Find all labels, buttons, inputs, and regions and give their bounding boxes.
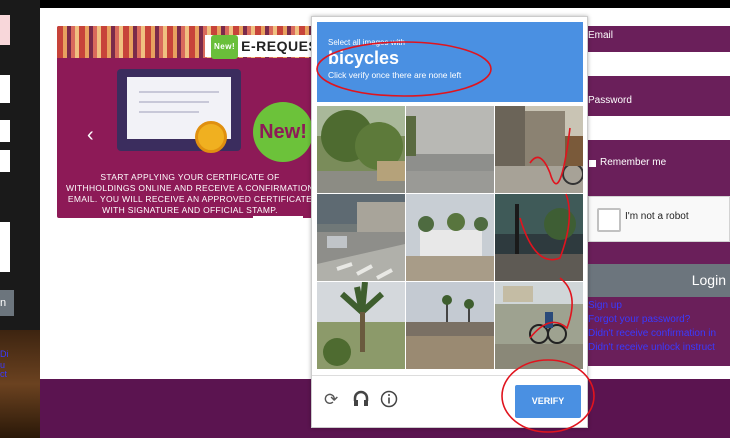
- password-field[interactable]: [588, 116, 730, 140]
- refresh-icon[interactable]: ⟳: [324, 390, 338, 410]
- captcha-challenge: Select all images with bicycles Click ve…: [311, 16, 588, 428]
- login-button[interactable]: Login: [588, 264, 730, 297]
- captcha-tile[interactable]: [317, 106, 405, 193]
- input-field[interactable]: [0, 120, 10, 142]
- background-photo: [0, 330, 40, 438]
- email-label: Email: [588, 30, 614, 41]
- certificate-line: [139, 111, 199, 113]
- captcha-header: Select all images with bicycles Click ve…: [317, 22, 583, 102]
- input-field[interactable]: [0, 150, 10, 172]
- captcha-tile[interactable]: [406, 282, 494, 369]
- captcha-tile[interactable]: [317, 282, 405, 369]
- promo-banner: New! E-REQUES ‹ New! START APPLYING YOUR …: [57, 26, 319, 218]
- forgot-password-link[interactable]: Forgot your password?: [588, 314, 690, 325]
- carousel-prev-icon[interactable]: ‹: [87, 124, 94, 147]
- banner-title-text: E-REQUES: [241, 38, 319, 54]
- partial-link[interactable]: Di: [0, 349, 14, 359]
- recaptcha-checkbox[interactable]: [597, 208, 621, 232]
- recaptcha-widget[interactable]: I'm not a robot: [588, 196, 730, 242]
- recaptcha-label: I'm not a robot: [625, 211, 689, 222]
- input-field[interactable]: [0, 222, 10, 272]
- signup-link[interactable]: Sign up: [588, 300, 622, 311]
- certificate-line: [139, 91, 219, 93]
- captcha-tile[interactable]: [495, 106, 583, 193]
- confirmation-link[interactable]: Didn't receive confirmation in: [588, 328, 716, 339]
- password-label: Password: [588, 95, 632, 106]
- input-field[interactable]: [0, 75, 10, 103]
- captcha-tile[interactable]: [495, 194, 583, 281]
- main-page: New! E-REQUES ‹ New! START APPLYING YOUR …: [40, 8, 730, 438]
- alert-bar: [0, 15, 10, 45]
- partial-button[interactable]: n: [0, 290, 14, 316]
- captcha-tile[interactable]: [495, 282, 583, 369]
- banner-title: New! E-REQUES: [205, 35, 319, 60]
- certificate-line: [139, 101, 209, 103]
- new-burst-badge: New!: [253, 102, 313, 162]
- captcha-tile[interactable]: [406, 194, 494, 281]
- banner-caption: START APPLYING YOUR CERTIFICATE OF WITHH…: [66, 172, 314, 215]
- carousel-indicator[interactable]: [253, 216, 303, 218]
- header-stripe: [40, 8, 730, 10]
- new-badge: New!: [211, 35, 239, 60]
- unlock-link[interactable]: Didn't receive unlock instruct: [588, 342, 715, 353]
- audio-icon[interactable]: [352, 390, 370, 413]
- remember-label: Remember me: [600, 157, 667, 168]
- captcha-hint: Click verify once there are none left: [328, 70, 462, 80]
- captcha-instruction: Select all images with: [328, 38, 405, 47]
- medal-icon: [195, 121, 227, 153]
- email-field[interactable]: [588, 52, 730, 76]
- verify-button[interactable]: VERIFY: [515, 385, 581, 418]
- background-window: n Di u ct: [0, 0, 40, 438]
- captcha-target: bicycles: [328, 48, 400, 68]
- remember-checkbox[interactable]: [589, 160, 596, 167]
- info-icon[interactable]: [380, 390, 398, 413]
- captcha-tile[interactable]: [317, 194, 405, 281]
- captcha-image-grid: [317, 106, 583, 371]
- captcha-tile[interactable]: [406, 106, 494, 193]
- partial-link[interactable]: ct: [0, 369, 14, 379]
- captcha-footer: ⟳ VERIFY: [312, 375, 587, 428]
